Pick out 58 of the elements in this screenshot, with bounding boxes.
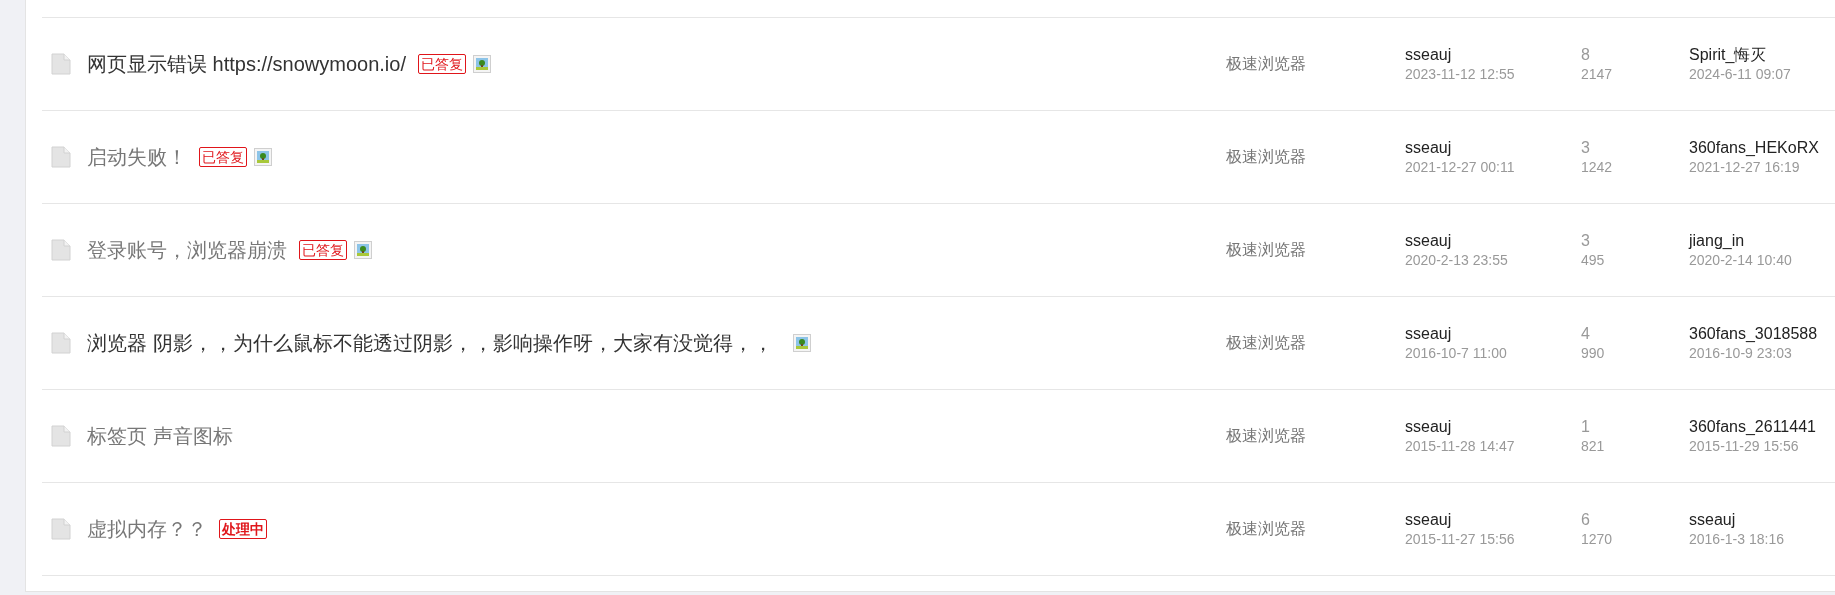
last-reply-user[interactable]: 360fans_3018588 (1689, 324, 1818, 344)
view-count: 990 (1581, 344, 1605, 362)
document-icon (51, 425, 71, 447)
category-label: 极速浏览器 (1226, 519, 1307, 539)
post-date: 2021-12-27 00:11 (1405, 158, 1515, 176)
document-icon (51, 518, 71, 540)
post-date: 2015-11-28 14:47 (1405, 437, 1515, 455)
last-reply-user[interactable]: 360fans_2611441 (1689, 417, 1816, 437)
thread-title-link[interactable]: 启动失败！ (87, 142, 187, 172)
author-name[interactable]: sseauj (1405, 45, 1452, 65)
last-reply-date: 2015-11-29 15:56 (1689, 437, 1799, 455)
last-reply-date: 2020-2-14 10:40 (1689, 251, 1792, 269)
last-reply-date: 2024-6-11 09:07 (1689, 65, 1791, 83)
view-count: 1242 (1581, 158, 1613, 176)
reply-count: 1 (1581, 417, 1590, 437)
last-reply-user[interactable]: sseauj (1689, 510, 1736, 530)
thread-title-link[interactable]: 网页显示错误 https://snowymoon.io/ (87, 49, 406, 79)
view-count: 1270 (1581, 530, 1613, 548)
thread-title-link[interactable]: 浏览器 阴影，，为什么鼠标不能透过阴影，，影响操作呀，大家有没觉得，， (87, 328, 773, 358)
post-date: 2016-10-7 11:00 (1405, 344, 1507, 362)
author-name[interactable]: sseauj (1405, 138, 1452, 158)
last-reply-user[interactable]: Spirit_悔灭 (1689, 45, 1767, 65)
document-icon (51, 332, 71, 354)
status-badge: 已答复 (418, 54, 466, 74)
thread-title-link[interactable]: 虚拟内存？？ (87, 514, 207, 544)
reply-count: 3 (1581, 138, 1590, 158)
view-count: 495 (1581, 251, 1605, 269)
author-name[interactable]: sseauj (1405, 324, 1452, 344)
status-badge: 已答复 (199, 147, 247, 167)
post-date: 2015-11-27 15:56 (1405, 530, 1515, 548)
last-reply-date: 2021-12-27 16:19 (1689, 158, 1800, 176)
category-label: 极速浏览器 (1226, 147, 1307, 167)
category-label: 极速浏览器 (1226, 54, 1307, 74)
author-name[interactable]: sseauj (1405, 417, 1452, 437)
document-icon (51, 146, 71, 168)
reply-count: 8 (1581, 45, 1590, 65)
category-label: 极速浏览器 (1226, 426, 1307, 446)
post-date: 2023-11-12 12:55 (1405, 65, 1515, 83)
thread-title-link[interactable]: 标签页 声音图标 (87, 421, 233, 451)
category-label: 极速浏览器 (1226, 333, 1307, 353)
category-label: 极速浏览器 (1226, 240, 1307, 260)
status-badge: 已答复 (299, 240, 347, 260)
last-reply-date: 2016-10-9 23:03 (1689, 344, 1792, 362)
last-reply-user[interactable]: 360fans_HEKoRX (1689, 138, 1819, 158)
reply-count: 3 (1581, 231, 1590, 251)
document-icon (51, 239, 71, 261)
status-badge: 处理中 (219, 519, 267, 539)
post-date: 2020-2-13 23:55 (1405, 251, 1508, 269)
view-count: 821 (1581, 437, 1605, 455)
document-icon (51, 53, 71, 75)
reply-count: 4 (1581, 324, 1590, 344)
author-name[interactable]: sseauj (1405, 231, 1452, 251)
thread-title-link[interactable]: 登录账号，浏览器崩溃 (87, 235, 287, 265)
last-reply-user[interactable]: jiang_in (1689, 231, 1745, 251)
view-count: 2147 (1581, 65, 1613, 83)
author-name[interactable]: sseauj (1405, 510, 1452, 530)
last-reply-date: 2016-1-3 18:16 (1689, 530, 1784, 548)
reply-count: 6 (1581, 510, 1590, 530)
